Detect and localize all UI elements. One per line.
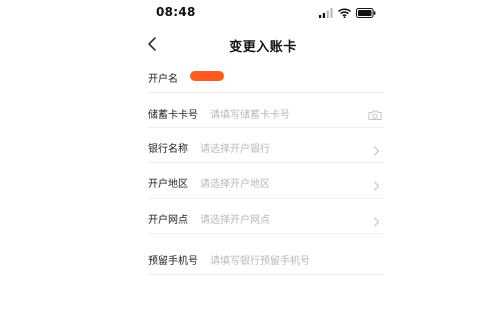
bank-region-row[interactable]: 开户地区 请选择开户地区: [148, 163, 384, 199]
phone-row[interactable]: 预留手机号 请填写银行预留手机号: [148, 234, 384, 275]
account-name-label: 开户名: [148, 74, 178, 85]
bank-branch-label: 开户网点: [148, 215, 188, 226]
wifi-icon: [338, 8, 351, 18]
chevron-right-icon[interactable]: [373, 176, 380, 191]
bank-name-row[interactable]: 银行名称 请选择开户银行: [148, 128, 384, 163]
status-time: 08:48: [156, 5, 196, 19]
account-name-row: 开户名: [148, 58, 384, 93]
chevron-right-icon[interactable]: [373, 212, 380, 227]
page-title: 变更入账卡: [229, 40, 297, 55]
bank-region-label: 开户地区: [148, 179, 188, 190]
bank-region-select[interactable]: 请选择开户地区: [200, 175, 270, 190]
bank-name-label: 银行名称: [148, 144, 188, 155]
phone-input[interactable]: 请填写银行预留手机号: [210, 252, 310, 267]
phone-label: 预留手机号: [148, 256, 198, 267]
battery-icon: [356, 8, 376, 18]
card-number-input[interactable]: 请填写储蓄卡卡号: [210, 106, 290, 121]
nav-bar: 变更入账卡: [138, 30, 388, 58]
camera-icon[interactable]: [368, 106, 382, 120]
card-number-row[interactable]: 储蓄卡卡号 请填写储蓄卡卡号: [148, 93, 384, 128]
signal-icon: [319, 8, 333, 18]
bank-card-form: 开户名 储蓄卡卡号 请填写储蓄卡卡号 银行名称 请选择开户银行 开户地区 请选择…: [148, 58, 384, 275]
bank-branch-select[interactable]: 请选择开户网点: [200, 211, 270, 226]
status-bar: 08:48: [138, 0, 388, 26]
card-number-label: 储蓄卡卡号: [148, 110, 198, 121]
status-icons: [319, 7, 376, 19]
bank-branch-row[interactable]: 开户网点 请选择开户网点: [148, 199, 384, 234]
chevron-right-icon[interactable]: [373, 141, 380, 156]
redacted-account-name: [190, 71, 224, 81]
bank-name-select[interactable]: 请选择开户银行: [200, 140, 270, 155]
